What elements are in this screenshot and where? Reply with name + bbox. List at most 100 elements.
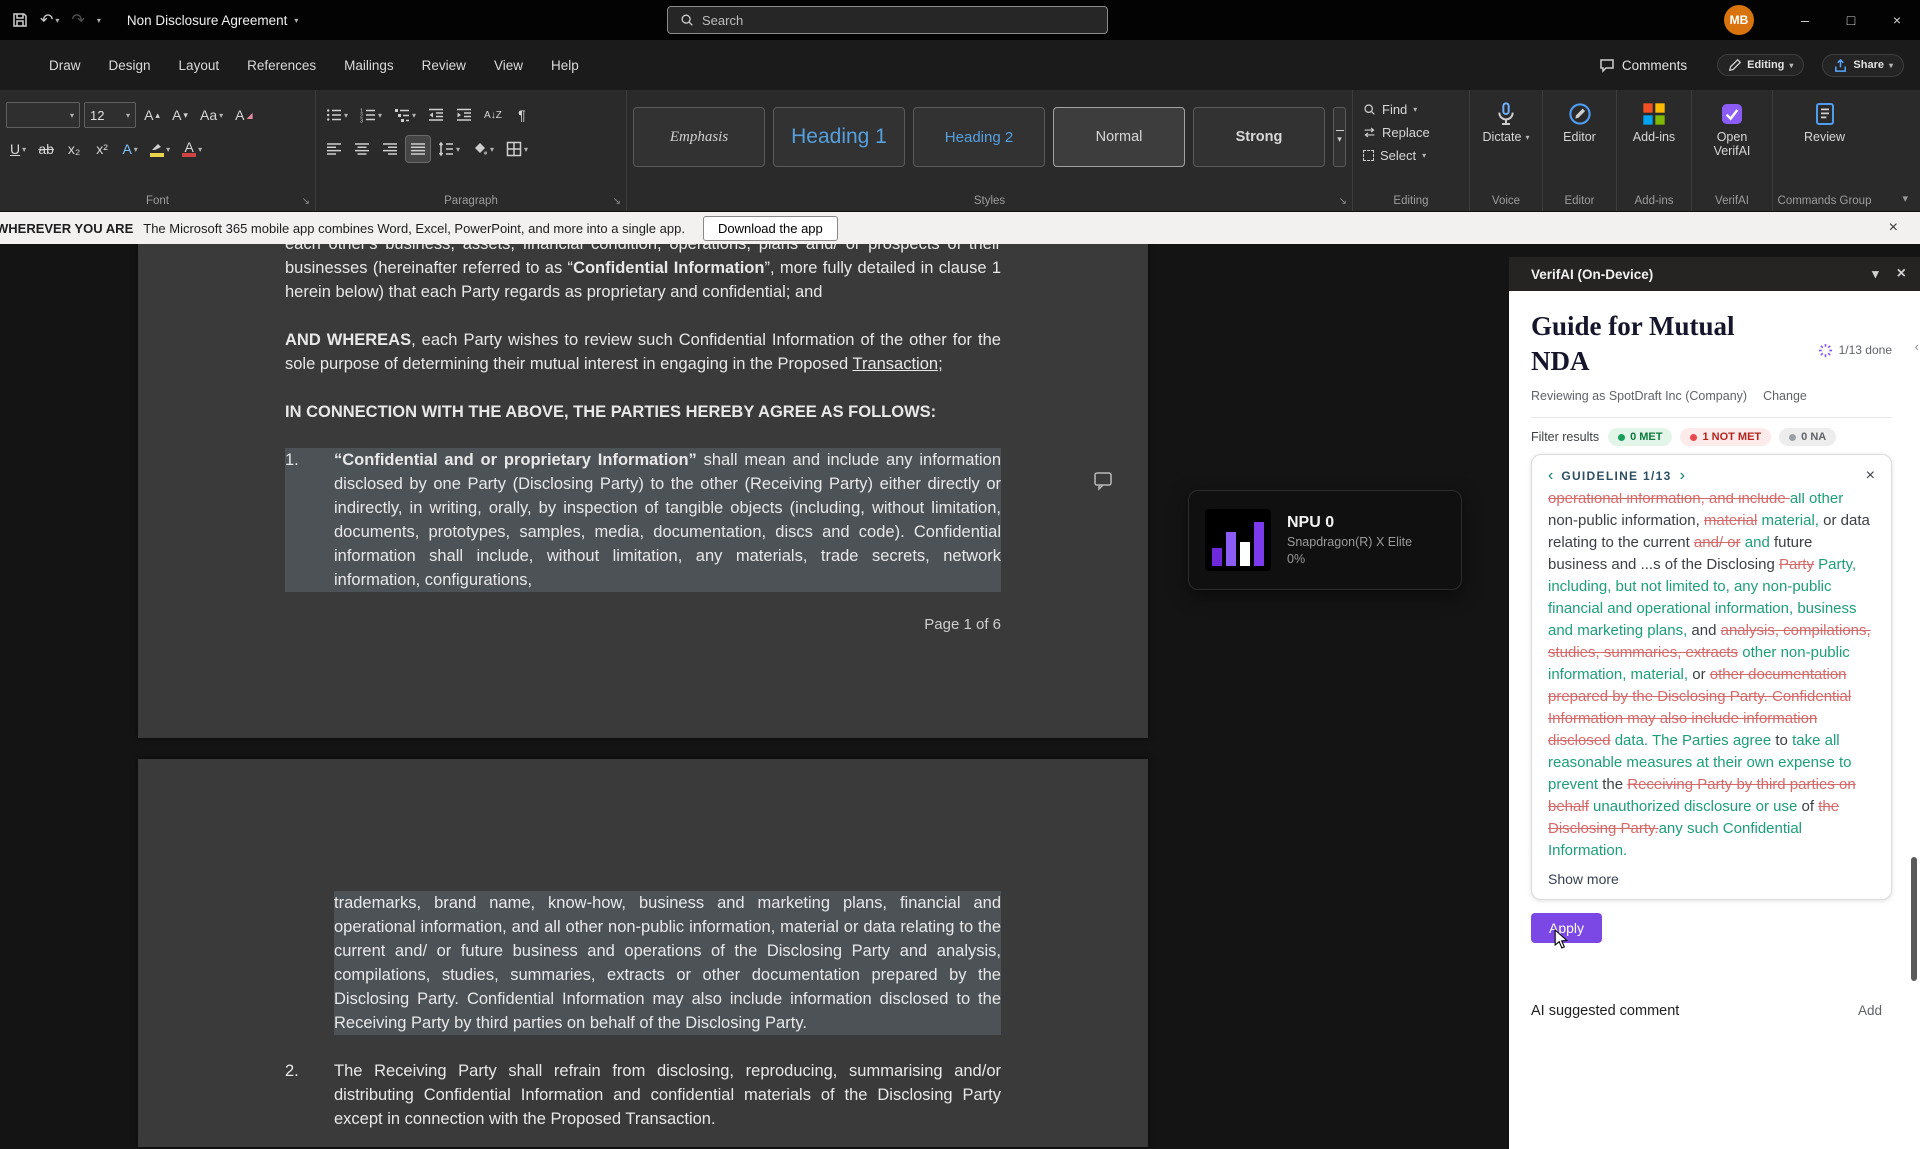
paragraph-text: IN CONNECTION WITH THE ABOVE, THE PARTIE…: [285, 400, 1001, 424]
download-app-button[interactable]: Download the app: [703, 216, 838, 241]
minimize-button[interactable]: –: [1782, 0, 1828, 40]
redo-button[interactable]: ↷: [71, 10, 84, 30]
subscript-button[interactable]: x₂: [62, 136, 86, 162]
panel-edge-chevron-icon[interactable]: ‹: [1915, 339, 1919, 354]
font-name-combo[interactable]: ▾: [6, 102, 80, 128]
replace-button[interactable]: Replace: [1359, 123, 1463, 142]
share-button[interactable]: Share ▾: [1822, 54, 1904, 77]
style-normal[interactable]: Normal: [1053, 107, 1185, 167]
dictate-button[interactable]: Dictate▾: [1476, 98, 1536, 144]
tab-draw[interactable]: Draw: [38, 50, 92, 81]
filter-badge-notmet[interactable]: 1 NOT MET: [1680, 428, 1771, 446]
styles-dialog-launcher[interactable]: ↘: [1339, 196, 1347, 207]
paragraph-dialog-launcher[interactable]: ↘: [613, 196, 621, 207]
open-verifai-button[interactable]: Open VerifAI: [1698, 98, 1766, 159]
guideline-close-icon[interactable]: ×: [1866, 467, 1875, 485]
styles-gallery-more-button[interactable]: ▾: [1333, 107, 1346, 167]
style-emphasis[interactable]: Emphasis: [633, 107, 765, 167]
tab-mailings[interactable]: Mailings: [333, 50, 405, 81]
tab-design[interactable]: Design: [98, 50, 162, 81]
comment-flag-icon[interactable]: [1093, 471, 1115, 496]
editing-group-label: Editing: [1353, 195, 1469, 207]
ai-suggested-comment-label: AI suggested comment: [1531, 1003, 1679, 1019]
paragraph-text: trademarks, brand name, know-how, busine…: [334, 891, 1001, 1035]
find-button[interactable]: Find▾: [1359, 100, 1463, 119]
comments-button[interactable]: Comments: [1587, 52, 1699, 78]
close-button[interactable]: ×: [1874, 0, 1920, 40]
notification-close-icon[interactable]: ×: [1881, 217, 1906, 239]
editor-group: Editor Editor: [1543, 90, 1617, 211]
titlebar-right: MB – □ ×: [1724, 0, 1920, 40]
font-dialog-launcher[interactable]: ↘: [302, 196, 310, 207]
shrink-font-button[interactable]: A▾: [168, 102, 192, 128]
editor-button[interactable]: Editor: [1549, 98, 1610, 144]
filter-badge-met[interactable]: 0 MET: [1608, 428, 1672, 446]
clear-formatting-button[interactable]: A◢: [231, 102, 257, 128]
guideline-next-chevron-icon[interactable]: ›: [1680, 468, 1685, 484]
style-h2[interactable]: Heading 2: [913, 107, 1045, 167]
grow-font-button[interactable]: A▴: [140, 102, 164, 128]
addins-button[interactable]: Add-ins: [1623, 98, 1685, 144]
filter-badge-na[interactable]: 0 NA: [1779, 428, 1836, 446]
borders-button[interactable]: ▾: [502, 136, 532, 162]
verifai-group-label: VerifAI: [1692, 195, 1772, 207]
panel-close-icon[interactable]: ×: [1897, 265, 1906, 283]
change-case-button[interactable]: Aa▾: [196, 102, 227, 128]
line-spacing-button[interactable]: ▾: [434, 136, 464, 162]
panel-scrollbar-thumb[interactable]: [1911, 857, 1917, 981]
align-right-button[interactable]: [378, 136, 402, 162]
show-formatting-marks-button[interactable]: ¶: [510, 102, 534, 128]
qat-overflow-chevron-icon[interactable]: ▾: [97, 16, 101, 25]
document-title[interactable]: Non Disclosure Agreement ▾: [127, 13, 299, 28]
search-icon: [680, 13, 694, 27]
decrease-indent-button[interactable]: [424, 102, 448, 128]
review-button[interactable]: Review: [1779, 98, 1870, 144]
panel-collapse-chevron-icon[interactable]: ▾: [1872, 266, 1879, 282]
justify-button[interactable]: [406, 136, 430, 162]
tab-layout[interactable]: Layout: [168, 50, 231, 81]
bulleted-list-button[interactable]: ▾: [322, 102, 352, 128]
guideline-prev-chevron-icon[interactable]: ‹: [1548, 468, 1553, 484]
font-color-button[interactable]: A▾: [178, 136, 206, 162]
filter-results-label: Filter results: [1531, 430, 1599, 444]
collapse-ribbon-chevron-icon[interactable]: ▾: [1902, 192, 1908, 205]
align-left-button[interactable]: [322, 136, 346, 162]
superscript-button[interactable]: x²: [90, 136, 114, 162]
undo-button[interactable]: ↶▾: [40, 10, 59, 30]
redline-segment-del: operational information, and include: [1548, 493, 1790, 507]
font-size-combo[interactable]: 12▾: [84, 102, 136, 128]
avatar[interactable]: MB: [1724, 5, 1754, 35]
increase-indent-button[interactable]: [452, 102, 476, 128]
shading-button[interactable]: ▾: [468, 136, 498, 162]
strikethrough-button[interactable]: ab: [34, 136, 58, 162]
style-label: Normal: [1096, 129, 1143, 145]
select-button[interactable]: Select▾: [1359, 146, 1463, 165]
change-link[interactable]: Change: [1763, 389, 1807, 403]
doc-paragraph: each other's business, assets, financial…: [285, 244, 1001, 304]
tab-view[interactable]: View: [483, 50, 534, 81]
search-input[interactable]: Search: [667, 6, 1108, 34]
tab-help[interactable]: Help: [540, 50, 590, 81]
apply-button[interactable]: Apply: [1531, 913, 1602, 943]
document-page-1[interactable]: each other's business, assets, financial…: [138, 244, 1148, 738]
verifai-panel: VerifAI (On-Device) ▾ × ‹ Guide for Mutu…: [1509, 257, 1920, 1149]
numbered-list-button[interactable]: 123 ▾: [356, 102, 386, 128]
document-page-2[interactable]: trademarks, brand name, know-how, busine…: [138, 759, 1148, 1147]
sort-button[interactable]: A↓Z: [480, 102, 506, 128]
undo-chevron-icon[interactable]: ▾: [55, 16, 59, 25]
multilevel-list-button[interactable]: ▾: [390, 102, 420, 128]
tab-review[interactable]: Review: [411, 50, 477, 81]
review-icon: [1813, 102, 1837, 126]
maximize-button[interactable]: □: [1828, 0, 1874, 40]
text-effects-button[interactable]: A▾: [118, 136, 142, 162]
show-more-link[interactable]: Show more: [1548, 871, 1875, 887]
align-center-button[interactable]: [350, 136, 374, 162]
highlight-color-button[interactable]: ▾: [146, 136, 174, 162]
save-icon[interactable]: [12, 12, 28, 28]
underline-button[interactable]: U▾: [6, 136, 30, 162]
editing-mode-dropdown[interactable]: Editing ▾: [1717, 54, 1804, 76]
add-comment-button[interactable]: Add: [1848, 999, 1892, 1022]
tab-references[interactable]: References: [236, 50, 327, 81]
style-h1[interactable]: Heading 1: [773, 107, 905, 167]
style-strong[interactable]: Strong: [1193, 107, 1325, 167]
